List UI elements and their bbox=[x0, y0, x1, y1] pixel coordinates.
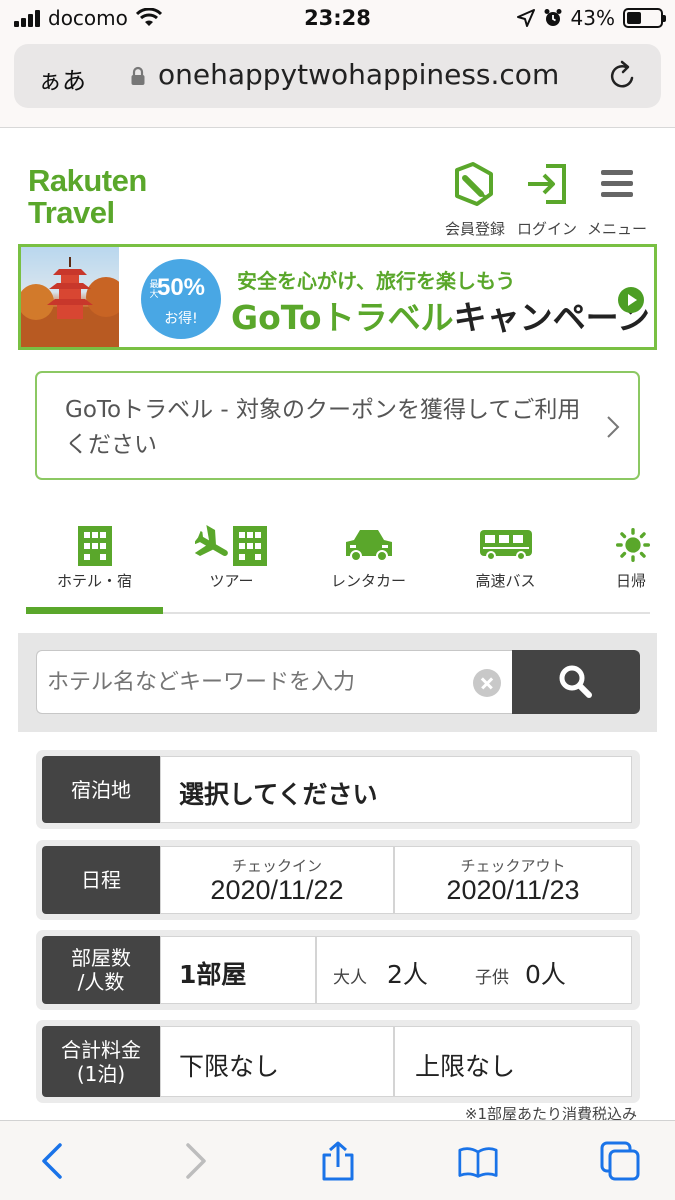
price-min-value: 下限なし bbox=[179, 1052, 280, 1081]
destination-value: 選択してください bbox=[179, 780, 378, 809]
active-tab-indicator bbox=[26, 607, 163, 614]
login-label: ログイン bbox=[516, 220, 578, 238]
badge-percent: 50% bbox=[156, 274, 206, 301]
tab-tour-label: ツアー bbox=[209, 572, 254, 590]
keyword-search-input[interactable] bbox=[36, 650, 512, 714]
coupon-text: GoToトラベル - 対象のクーポンを獲得してご利用ください bbox=[65, 397, 581, 458]
rakuten-travel-logo[interactable]: Rakuten Travel bbox=[28, 165, 147, 229]
pagoda-photo bbox=[21, 247, 126, 347]
banner-title: GoToトラベルキャンペーン bbox=[231, 291, 650, 339]
people-select[interactable]: 大人 2人 子供 0人 bbox=[316, 936, 632, 1004]
checkout-label: チェックアウト bbox=[460, 857, 566, 875]
pagoda-illustration bbox=[21, 257, 126, 347]
login-icon bbox=[528, 164, 566, 204]
tab-bus-label: 高速バス bbox=[475, 572, 536, 590]
rooms-people-label: 部屋数 /人数 bbox=[42, 936, 160, 1004]
tab-daytrip[interactable]: 日帰 bbox=[574, 512, 650, 616]
schedule-label: 日程 bbox=[42, 846, 160, 914]
price-max-value: 上限なし bbox=[415, 1052, 516, 1081]
register-pen-icon bbox=[455, 162, 493, 206]
alarm-icon bbox=[544, 9, 562, 26]
child-label: 子供 bbox=[475, 968, 509, 988]
schedule-row: 日程 チェックイン 2020/11/22 チェックアウト 2020/11/23 bbox=[36, 840, 640, 920]
rooms-people-row: 部屋数 /人数 1部屋 大人 2人 子供 0人 bbox=[36, 930, 640, 1010]
car-icon bbox=[345, 530, 392, 562]
checkin-field[interactable]: チェックイン 2020/11/22 bbox=[160, 846, 394, 914]
price-label: 合計料金 (1泊) bbox=[42, 1026, 160, 1097]
tab-daytrip-label: 日帰 bbox=[616, 572, 647, 590]
address-bar[interactable]: ぁあ onehappytwohappiness.com bbox=[14, 44, 661, 108]
checkin-label: チェックイン bbox=[231, 857, 322, 875]
location-arrow-icon bbox=[516, 9, 535, 27]
discount-badge: 最大 50% お得! bbox=[141, 259, 221, 339]
price-min-select[interactable]: 下限なし bbox=[160, 1026, 394, 1097]
register-button[interactable]: 会員登録 bbox=[445, 160, 505, 238]
checkout-date: 2020/11/23 bbox=[446, 875, 580, 905]
rooms-value: 1部屋 bbox=[179, 960, 247, 989]
checkin-date: 2020/11/22 bbox=[210, 875, 344, 905]
destination-label: 宿泊地 bbox=[42, 756, 160, 823]
child-value: 0人 bbox=[525, 960, 566, 989]
status-bar: docomo 23:28 43% bbox=[0, 0, 675, 38]
browser-address-area: ぁあ onehappytwohappiness.com bbox=[0, 38, 675, 128]
menu-button[interactable]: メニュー bbox=[587, 160, 647, 238]
search-icon bbox=[559, 665, 592, 698]
bookmarks-icon[interactable] bbox=[458, 1141, 498, 1181]
destination-select[interactable]: 選択してください bbox=[160, 756, 632, 823]
category-tabs: ホテル・宿 ツアー レンタカー 高速バス 日帰 bbox=[26, 512, 650, 616]
text-size-button[interactable]: ぁあ bbox=[38, 61, 86, 96]
tabs-icon[interactable] bbox=[600, 1141, 640, 1181]
menu-label: メニュー bbox=[586, 220, 648, 238]
price-row: 合計料金 (1泊) 下限なし 上限なし bbox=[36, 1020, 640, 1103]
price-max-select[interactable]: 上限なし bbox=[394, 1026, 632, 1097]
register-label: 会員登録 bbox=[444, 220, 506, 238]
share-icon[interactable] bbox=[318, 1141, 358, 1181]
badge-otoku: お得! bbox=[164, 311, 198, 327]
tab-rentacar[interactable]: レンタカー bbox=[300, 512, 437, 616]
lock-icon bbox=[131, 66, 145, 85]
goto-campaign-banner[interactable]: 最大 50% お得! 安全を心がけ、旅行を楽しもう GoToトラベルキャンペーン bbox=[18, 244, 657, 350]
tab-bus[interactable]: 高速バス bbox=[437, 512, 574, 616]
rooms-select[interactable]: 1部屋 bbox=[160, 936, 316, 1004]
price-label-line2: (1泊) bbox=[76, 1061, 126, 1086]
rooms-label-line1: 部屋数 bbox=[71, 946, 131, 970]
logo-line1: Rakuten bbox=[28, 163, 147, 198]
forward-arrow-icon[interactable] bbox=[176, 1141, 216, 1181]
destination-row: 宿泊地 選択してください bbox=[36, 750, 640, 829]
price-label-line1: 合計料金 bbox=[61, 1037, 141, 1062]
status-right: 43% bbox=[516, 6, 666, 30]
chevron-right-icon bbox=[607, 416, 620, 438]
logo-line2: Travel bbox=[28, 195, 115, 230]
plane-hotel-icon bbox=[194, 525, 267, 566]
login-button[interactable]: ログイン bbox=[517, 160, 577, 238]
adult-value: 2人 bbox=[387, 960, 428, 989]
reload-icon[interactable] bbox=[605, 58, 641, 94]
browser-toolbar bbox=[0, 1120, 675, 1200]
battery-icon bbox=[623, 8, 666, 28]
back-arrow-icon[interactable] bbox=[32, 1141, 72, 1181]
battery-percent: 43% bbox=[570, 6, 615, 30]
tab-rentacar-label: レンタカー bbox=[330, 572, 406, 590]
adult-label: 大人 bbox=[333, 968, 367, 988]
sun-icon bbox=[616, 528, 650, 562]
url-text[interactable]: onehappytwohappiness.com bbox=[158, 58, 559, 91]
destination-label-text: 宿泊地 bbox=[71, 777, 131, 802]
tab-hotel[interactable]: ホテル・宿 bbox=[26, 512, 163, 616]
schedule-label-text: 日程 bbox=[81, 868, 121, 892]
keyword-search-area bbox=[18, 633, 657, 732]
banner-subtitle: 安全を心がけ、旅行を楽しもう bbox=[237, 269, 516, 293]
tab-hotel-label: ホテル・宿 bbox=[56, 572, 132, 590]
goto-coupon-link[interactable]: GoToトラベル - 対象のクーポンを獲得してご利用ください bbox=[35, 371, 640, 480]
banner-title-goto: GoTo bbox=[231, 298, 322, 337]
hamburger-menu-icon bbox=[601, 170, 633, 197]
bus-icon bbox=[479, 530, 532, 561]
banner-title-travel: トラベル bbox=[321, 298, 454, 337]
search-button[interactable] bbox=[512, 650, 640, 714]
play-arrow-icon[interactable] bbox=[618, 287, 644, 313]
checkout-field[interactable]: チェックアウト 2020/11/23 bbox=[394, 846, 632, 914]
rooms-label-line2: /人数 bbox=[77, 970, 125, 994]
clear-input-icon[interactable] bbox=[473, 669, 501, 697]
building-icon bbox=[77, 526, 112, 566]
tab-tour[interactable]: ツアー bbox=[163, 512, 300, 616]
